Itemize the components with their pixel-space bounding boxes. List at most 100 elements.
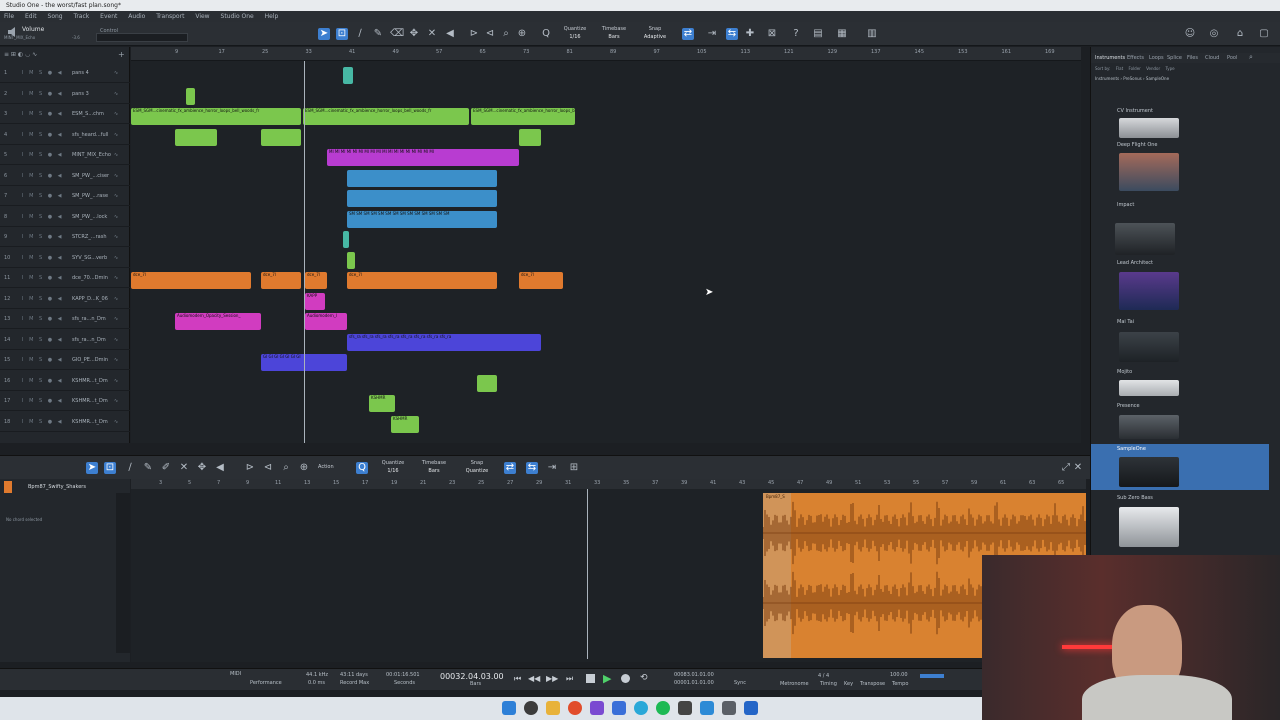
loop-icon[interactable]: ⟲ (640, 673, 648, 683)
arrangement-clip[interactable] (347, 169, 497, 187)
breadcrumb-presonus[interactable]: PreSonus (1123, 76, 1142, 81)
arrangement-clip[interactable] (261, 128, 301, 146)
mai-tai-thumbnail[interactable] (1119, 332, 1179, 362)
track-name[interactable]: SYV_SG...verb (72, 248, 107, 268)
browser-search-icon[interactable]: ⌕ (1249, 53, 1253, 62)
start-menu-icon[interactable] (502, 701, 516, 715)
track-name[interactable]: sfs_heard...full (72, 125, 108, 145)
editor-timebase-field[interactable]: Timebase Bars (418, 459, 450, 475)
track-name[interactable]: pans 3 (72, 84, 89, 104)
sampleone-thumbnail[interactable] (1119, 457, 1179, 487)
track-buttons[interactable]: I M S ● ◀ (22, 186, 64, 206)
track-row[interactable]: 8 I M S ● ◀ SM_PW_...lock ∿ (0, 207, 130, 227)
menu-audio[interactable]: Audio (128, 13, 145, 20)
studio-one-taskbar-icon[interactable] (744, 701, 758, 715)
track-buttons[interactable]: I M S ● ◀ (22, 309, 64, 329)
sort-folder[interactable]: Folder (1128, 66, 1140, 71)
action-menu[interactable]: Action (318, 464, 334, 470)
arrangement-clip[interactable]: SM SM SM SM SM SM SM SM SM SM SM SM SM S… (347, 210, 497, 228)
end-icon[interactable]: ⏭ (566, 674, 573, 684)
follow-icon[interactable]: ⇆ (726, 28, 738, 40)
menu-view[interactable]: View (195, 13, 209, 20)
track-name[interactable]: SM_PW_...lock (72, 207, 107, 227)
track-row[interactable]: 4 I M S ● ◀ sfs_heard...full ∿ (0, 125, 130, 145)
editor-snap-field[interactable]: Snap Quantize (460, 459, 494, 475)
file-explorer-icon[interactable] (546, 701, 560, 715)
arrangement-clip[interactable] (477, 374, 497, 392)
track-row[interactable]: 9 I M S ● ◀ STCRZ_...rash ∿ (0, 227, 130, 247)
rewind-icon[interactable]: ⏮ (514, 674, 521, 684)
menu-transport[interactable]: Transport (156, 13, 184, 20)
chrome-icon[interactable] (568, 701, 582, 715)
arrangement-clip[interactable]: KSHMR (391, 415, 419, 433)
sub-zero-bass-thumbnail[interactable] (1119, 507, 1179, 547)
track-buttons[interactable]: I M S ● ◀ (22, 412, 64, 432)
editor-listen-icon[interactable]: ◀ (214, 462, 226, 474)
arrangement-clip[interactable]: dce_7l (347, 272, 497, 289)
track-name[interactable]: sfs_ra...n_Dm (72, 330, 106, 350)
editor-zoom-icon[interactable]: ⌕ (280, 462, 292, 474)
discord-icon[interactable] (590, 701, 604, 715)
track-row[interactable]: 6 I M S ● ◀ SM_PW_...ciser ∿ (0, 166, 130, 186)
track-name[interactable]: KSHMR...t_Dm (72, 412, 108, 432)
transient-icon[interactable]: ⊳ (468, 28, 480, 40)
editor-range-tool-icon[interactable]: ⊡ (104, 462, 116, 474)
audio-bend-icon[interactable]: ⊕ (516, 28, 528, 40)
help-icon[interactable]: ? (790, 28, 802, 40)
arrangement-clip[interactable] (343, 231, 349, 248)
track-name[interactable]: GIO_PE...Dmin (72, 350, 108, 370)
browser-tab-splice[interactable]: Splice (1167, 55, 1182, 61)
telegram-icon[interactable] (634, 701, 648, 715)
tempo-value[interactable]: 100.00 (890, 672, 908, 679)
track-row[interactable]: 3 I M S ● ◀ ESM_S...chm ∿ (0, 104, 130, 124)
track-row[interactable]: 1 I M S ● ◀ pans 4 ∿ (0, 63, 130, 83)
browser-item-sampleone[interactable]: SampleOne (1117, 446, 1146, 452)
grid-view-icon[interactable]: ▦ (836, 28, 848, 40)
arrangement-clip[interactable]: Audiomodern_Opacity_Session_ (175, 313, 261, 330)
arrangement-clip[interactable]: ESM_SGM...cinematic_fx_ambience_horror_l… (303, 108, 469, 125)
arranger-icon[interactable]: ▤ (812, 28, 824, 40)
browser-item-cv-instrument[interactable]: CV Instrument (1117, 108, 1153, 114)
track-row[interactable]: 16 I M S ● ◀ KSHMR...t_Dm ∿ (0, 371, 130, 391)
layout-icon[interactable]: ▥ (866, 28, 878, 40)
quantize-icon[interactable]: Q (540, 28, 552, 40)
track-buttons[interactable]: I M S ● ◀ (22, 391, 64, 411)
arrangement-clip[interactable] (347, 190, 497, 207)
stop-icon[interactable] (586, 674, 595, 683)
editor-link-icon[interactable]: ⊞ (568, 462, 580, 474)
lead-architect-thumbnail[interactable] (1119, 272, 1179, 310)
arrangement-view[interactable]: ESM_SGM...cinematic_fx_ambience_horror_l… (131, 47, 1081, 443)
editor-pencil-icon[interactable]: ✎ (142, 462, 154, 474)
track-name[interactable]: MINT_MIX_Echo (72, 145, 111, 165)
editor-snap-toggle-icon[interactable]: ⇄ (504, 462, 516, 474)
track-buttons[interactable]: I M S ● ◀ (22, 227, 64, 247)
track-name[interactable]: sfs_ra...n_Dm (72, 309, 106, 329)
track-buttons[interactable]: I M S ● ◀ (22, 330, 64, 350)
menu-file[interactable]: File (4, 13, 14, 20)
arrow-tool-icon[interactable]: ➤ (318, 28, 330, 40)
track-name[interactable]: SM_PW_...ciser (72, 166, 109, 186)
pencil-tool-icon[interactable]: ✎ (372, 28, 384, 40)
sort-vendor[interactable]: Vendor (1146, 66, 1160, 71)
app-icon-4[interactable] (722, 701, 736, 715)
cloud-icon[interactable]: ◎ (1208, 28, 1220, 40)
presence-thumbnail[interactable] (1119, 415, 1179, 439)
arrangement-clip[interactable]: MI MI MI MI MI MI MI MI MI MI MI MI MI M… (327, 149, 519, 166)
editor-playhead[interactable] (587, 489, 588, 659)
track-row[interactable]: 14 I M S ● ◀ sfs_ra...n_Dm ∿ (0, 330, 130, 350)
editor-arrow-tool-icon[interactable]: ➤ (86, 462, 98, 474)
arrangement-clip[interactable] (519, 128, 541, 146)
arrangement-clip[interactable]: Audiomodern_l (305, 313, 347, 330)
play-icon[interactable]: ▶ (603, 672, 611, 685)
search-icon[interactable] (524, 701, 538, 715)
editor-bend-icon[interactable]: ✥ (196, 462, 208, 474)
quantize-field[interactable]: Quantize 1/16 (560, 25, 590, 41)
track-buttons[interactable]: I M S ● ◀ (22, 166, 64, 186)
menu-edit[interactable]: Edit (25, 13, 37, 20)
browser-item-lead-architect[interactable]: Lead Architect (1117, 260, 1153, 266)
editor-split-icon[interactable]: ∕ (124, 462, 136, 474)
time-signature[interactable]: 4 / 4 (818, 673, 829, 680)
track-row[interactable]: 2 I M S ● ◀ pans 3 ∿ (0, 84, 130, 104)
arrangement-clip[interactable]: dce_7l (519, 272, 563, 289)
sort-type[interactable]: Type (1165, 66, 1174, 71)
